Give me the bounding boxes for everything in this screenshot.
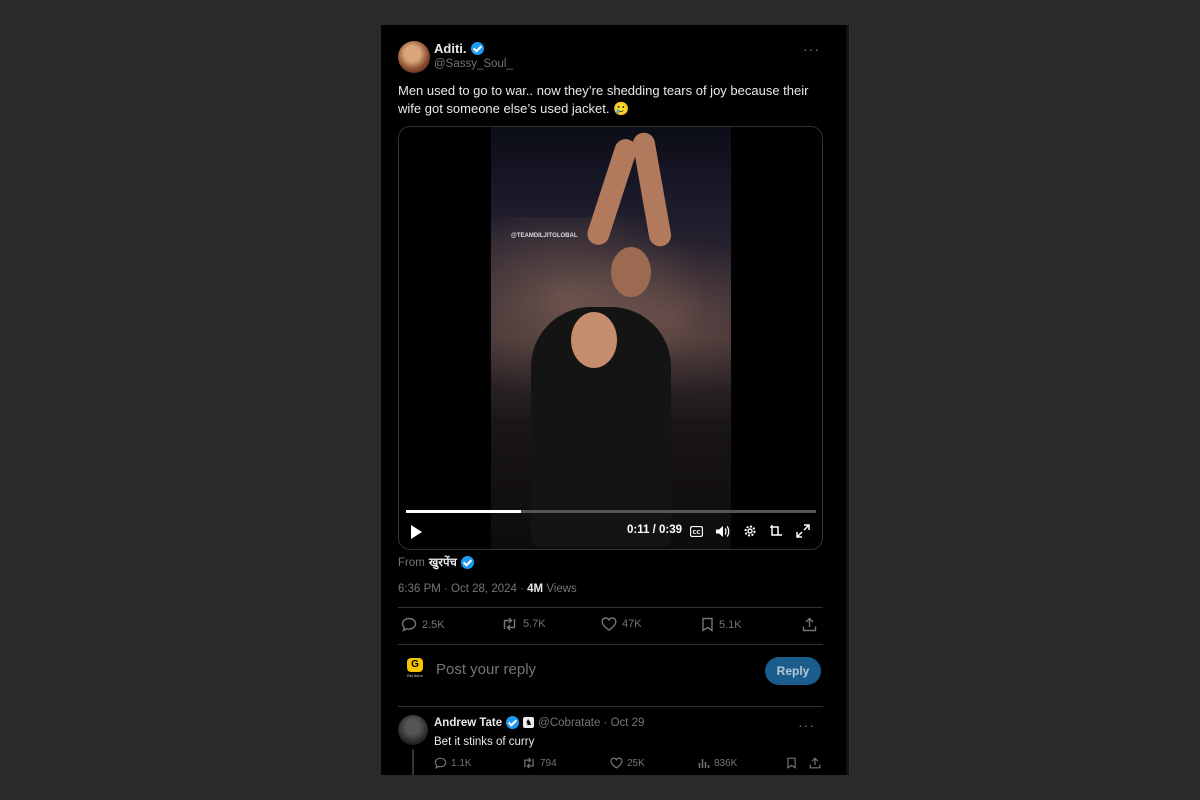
source-account-name[interactable]: खुरपेंच [429,555,457,570]
video-watermark: @TEAMDILJITGLOBAL [511,233,578,239]
share-icon [802,617,817,632]
like-action[interactable]: 47K [601,617,642,631]
repost-icon [503,617,516,631]
thread-line [412,749,414,775]
reply-input[interactable]: Post your reply [436,661,536,678]
reply-author-row: Andrew Tate ♞ @Cobratate · Oct 29 [434,716,644,729]
reply-views-action[interactable]: 836K [698,757,737,769]
video-progress-bar[interactable] [406,510,816,513]
like-count: 47K [622,618,642,630]
reply-more-options-icon[interactable]: ··· [798,717,815,733]
post-actions: 2.5K 5.7K 47K 5.1K [398,617,823,637]
man-face [611,247,651,297]
scrollbar[interactable] [846,25,849,775]
divider [398,607,823,608]
post-header: Aditi. @Sassy_Soul_ ··· [398,41,828,73]
share-action[interactable] [802,617,817,632]
play-icon[interactable] [411,525,422,539]
source-attribution: From खुरपेंच [398,555,474,570]
video-time: 0:11 / 0:39 [627,524,682,536]
bookmark-action[interactable]: 5.1K [701,617,742,632]
video-controls: 0:11 / 0:39 CC [399,521,822,543]
captions-icon[interactable]: CC [688,523,704,539]
author-name[interactable]: Aditi. [434,41,467,56]
more-options-icon[interactable]: ··· [803,41,820,57]
reply-reply-action[interactable]: 1.1K [434,757,472,769]
reply-repost-count: 794 [540,757,557,769]
video-progress-fill [406,510,521,513]
author-name-row: Aditi. [434,41,484,56]
reply-share-action[interactable] [809,757,821,769]
post-text: Men used to go to war.. now they’re shed… [398,83,809,116]
reply-button[interactable]: Reply [765,657,821,685]
reply-reply-count: 1.1K [451,757,472,769]
svg-text:CC: CC [692,529,700,535]
reply-text: Bet it stinks of curry [434,736,535,748]
user-avatar-logo: G [407,658,423,672]
woman-face [571,312,617,368]
reply-like-count: 25K [627,757,645,769]
reply-count: 2.5K [422,618,445,631]
post-timestamp[interactable]: 6:36 PM · Oct 28, 2024 · [398,583,524,595]
video-frame[interactable]: @TEAMDILJITGLOBAL [491,127,731,549]
reply-repost-action[interactable]: 794 [522,757,557,769]
share-icon [809,757,821,769]
divider [398,644,823,645]
verified-badge-icon [470,42,484,55]
heart-icon [610,757,623,769]
divider [398,706,823,707]
author-handle[interactable]: @Sassy_Soul_ [434,58,513,70]
reply-author-name[interactable]: Andrew Tate [434,717,502,729]
bookmark-icon [787,757,796,769]
fullscreen-icon[interactable] [795,523,811,539]
comment-icon [434,757,447,769]
verified-badge-icon [460,556,474,569]
reply-views-count: 836K [714,757,738,769]
reply-bookmark-action[interactable] [786,757,797,769]
post-metadata: 6:36 PM · Oct 28, 2024 · 4M Views [398,583,577,595]
settings-gear-icon[interactable] [742,523,758,539]
picture-in-picture-icon[interactable] [768,523,784,539]
heart-icon [601,617,617,631]
reply-actions: 1.1K 794 25K 836K [434,757,823,773]
reply-action[interactable]: 2.5K [401,617,445,632]
video-player[interactable]: @TEAMDILJITGLOBAL 0:11 / 0:39 CC [398,126,823,550]
views-label: Views [546,583,577,595]
verified-badge-icon [506,716,520,729]
reply-composer: G Bhi Ashe Post your reply Reply [398,653,823,689]
repost-icon [524,757,534,769]
reply-author-avatar[interactable] [398,715,428,745]
bookmark-count: 5.1K [719,618,742,631]
reply-tweet[interactable]: Andrew Tate ♞ @Cobratate · Oct 29 ··· Be… [398,715,823,775]
affiliate-badge-icon: ♞ [523,717,535,728]
analytics-icon [698,759,710,768]
repost-count: 5.7K [523,618,546,630]
user-avatar[interactable]: G Bhi Ashe [403,658,427,684]
from-label: From [398,556,425,569]
user-avatar-caption: Bhi Ashe [407,673,423,678]
comment-icon [401,617,417,632]
post-detail-panel: Aditi. @Sassy_Soul_ ··· Men used to go t… [381,25,850,775]
reply-like-action[interactable]: 25K [610,757,645,769]
repost-action[interactable]: 5.7K [501,617,546,631]
views-count: 4M [527,583,544,595]
author-avatar[interactable] [398,41,430,73]
volume-icon[interactable] [714,523,730,539]
reply-author-handle[interactable]: @Cobratate · Oct 29 [538,717,644,729]
bookmark-icon [702,617,713,632]
